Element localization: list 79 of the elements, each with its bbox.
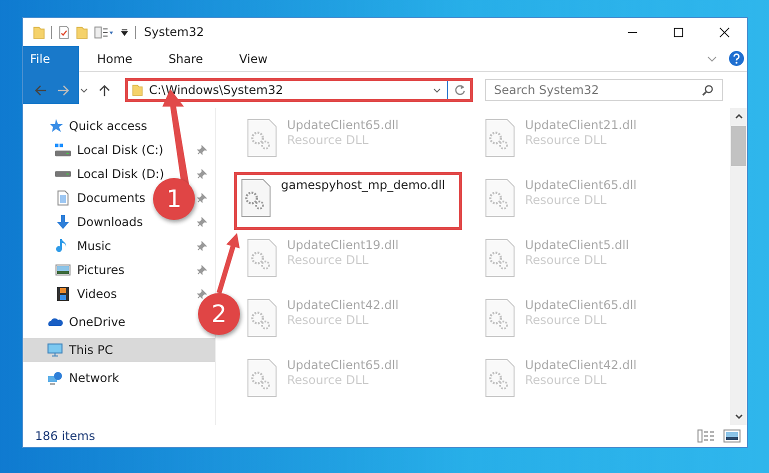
gears-file-icon — [485, 298, 515, 338]
file-item[interactable]: gamespyhost_mp_demo.dll — [234, 172, 462, 230]
gears-file-icon — [247, 358, 277, 398]
pin-icon[interactable] — [197, 217, 207, 227]
gears-file-icon — [247, 238, 277, 278]
network-icon — [47, 370, 63, 386]
film-icon — [55, 286, 71, 302]
drive-icon — [55, 142, 71, 158]
sidebar-item[interactable]: Network — [23, 366, 126, 390]
file-name: UpdateClient65.dll — [525, 178, 637, 192]
sidebar-item[interactable]: Music — [23, 234, 118, 258]
ribbon-tab[interactable]: View — [225, 46, 282, 71]
scroll-up-icon[interactable] — [734, 111, 744, 121]
file-name: UpdateClient21.dll — [525, 118, 637, 132]
properties-icon[interactable] — [94, 24, 114, 40]
refresh-icon[interactable] — [454, 84, 466, 96]
pin-icon[interactable] — [197, 169, 207, 179]
maximize-icon — [672, 26, 684, 38]
ribbon-tab[interactable]: Share — [154, 46, 218, 71]
large-icons-view-icon[interactable] — [723, 429, 741, 443]
pin-icon[interactable] — [197, 289, 207, 299]
down-arrow-icon — [55, 214, 71, 230]
gears-file-icon — [485, 238, 515, 278]
sidebar-item[interactable]: Videos — [23, 282, 123, 306]
scroll-thumb[interactable] — [731, 126, 746, 166]
forward-arrow-icon[interactable] — [57, 84, 70, 96]
ribbon-tab[interactable]: Home — [83, 46, 146, 71]
vertical-scrollbar[interactable] — [730, 108, 747, 425]
file-name: UpdateClient65.dll — [287, 358, 399, 372]
file-name: UpdateClient65.dll — [525, 298, 637, 312]
item-count: 186 items — [35, 429, 96, 443]
chevron-down-icon[interactable] — [707, 54, 717, 64]
gears-file-icon — [247, 118, 277, 158]
sidebar-item[interactable]: This PC — [23, 338, 215, 362]
gears-file-icon — [485, 358, 515, 398]
document-icon — [55, 190, 71, 206]
up-arrow-icon[interactable] — [98, 84, 111, 96]
file-name: UpdateClient42.dll — [525, 358, 637, 372]
drive-icon — [55, 171, 71, 177]
pin-icon[interactable] — [197, 145, 207, 155]
window-title: System32 — [144, 25, 204, 39]
callout-arrow — [215, 233, 241, 295]
sidebar-item[interactable]: Downloads — [23, 210, 149, 234]
file-name: UpdateClient5.dll — [525, 238, 629, 252]
address-path: C:\Windows\System32 — [149, 83, 284, 97]
help-icon[interactable] — [729, 51, 744, 66]
file-name: UpdateClient42.dll — [287, 298, 399, 312]
address-bar[interactable]: C:\Windows\System32 — [125, 78, 473, 102]
gears-file-icon — [247, 298, 277, 338]
folder-icon[interactable] — [76, 24, 88, 40]
search-icon — [702, 84, 714, 96]
gears-file-icon — [241, 178, 271, 218]
sidebar-item[interactable]: Documents — [23, 186, 152, 210]
pin-icon[interactable] — [197, 193, 207, 203]
gears-file-icon — [485, 118, 515, 158]
dropdown-icon[interactable] — [120, 28, 129, 36]
file-name: UpdateClient65.dll — [287, 118, 399, 132]
sidebar-item[interactable]: Pictures — [23, 258, 131, 282]
chevron-down-icon[interactable] — [433, 86, 441, 94]
close-icon — [718, 26, 730, 38]
sidebar-item[interactable]: Local Disk (C:) — [23, 138, 170, 162]
file-name: UpdateClient19.dll — [287, 238, 399, 252]
sidebar-item[interactable]: OneDrive — [23, 310, 132, 334]
pin-icon[interactable] — [197, 241, 207, 251]
file-tab[interactable]: File — [23, 46, 79, 104]
back-arrow-icon[interactable] — [34, 84, 47, 96]
search-field[interactable]: Search System32 — [485, 79, 723, 101]
scroll-down-icon[interactable] — [734, 412, 744, 422]
gears-file-icon — [485, 178, 515, 218]
sidebar-item[interactable]: Quick access — [23, 114, 154, 138]
details-view-icon[interactable] — [697, 429, 715, 443]
monitor-icon — [47, 342, 63, 358]
file-name: gamespyhost_mp_demo.dll — [281, 178, 446, 192]
pin-icon[interactable] — [197, 265, 207, 275]
folder-icon — [132, 83, 143, 97]
chevron-down-icon[interactable] — [80, 86, 88, 94]
checklist-icon[interactable] — [58, 24, 70, 40]
picture-icon — [55, 262, 71, 278]
folder-icon[interactable] — [33, 24, 45, 40]
